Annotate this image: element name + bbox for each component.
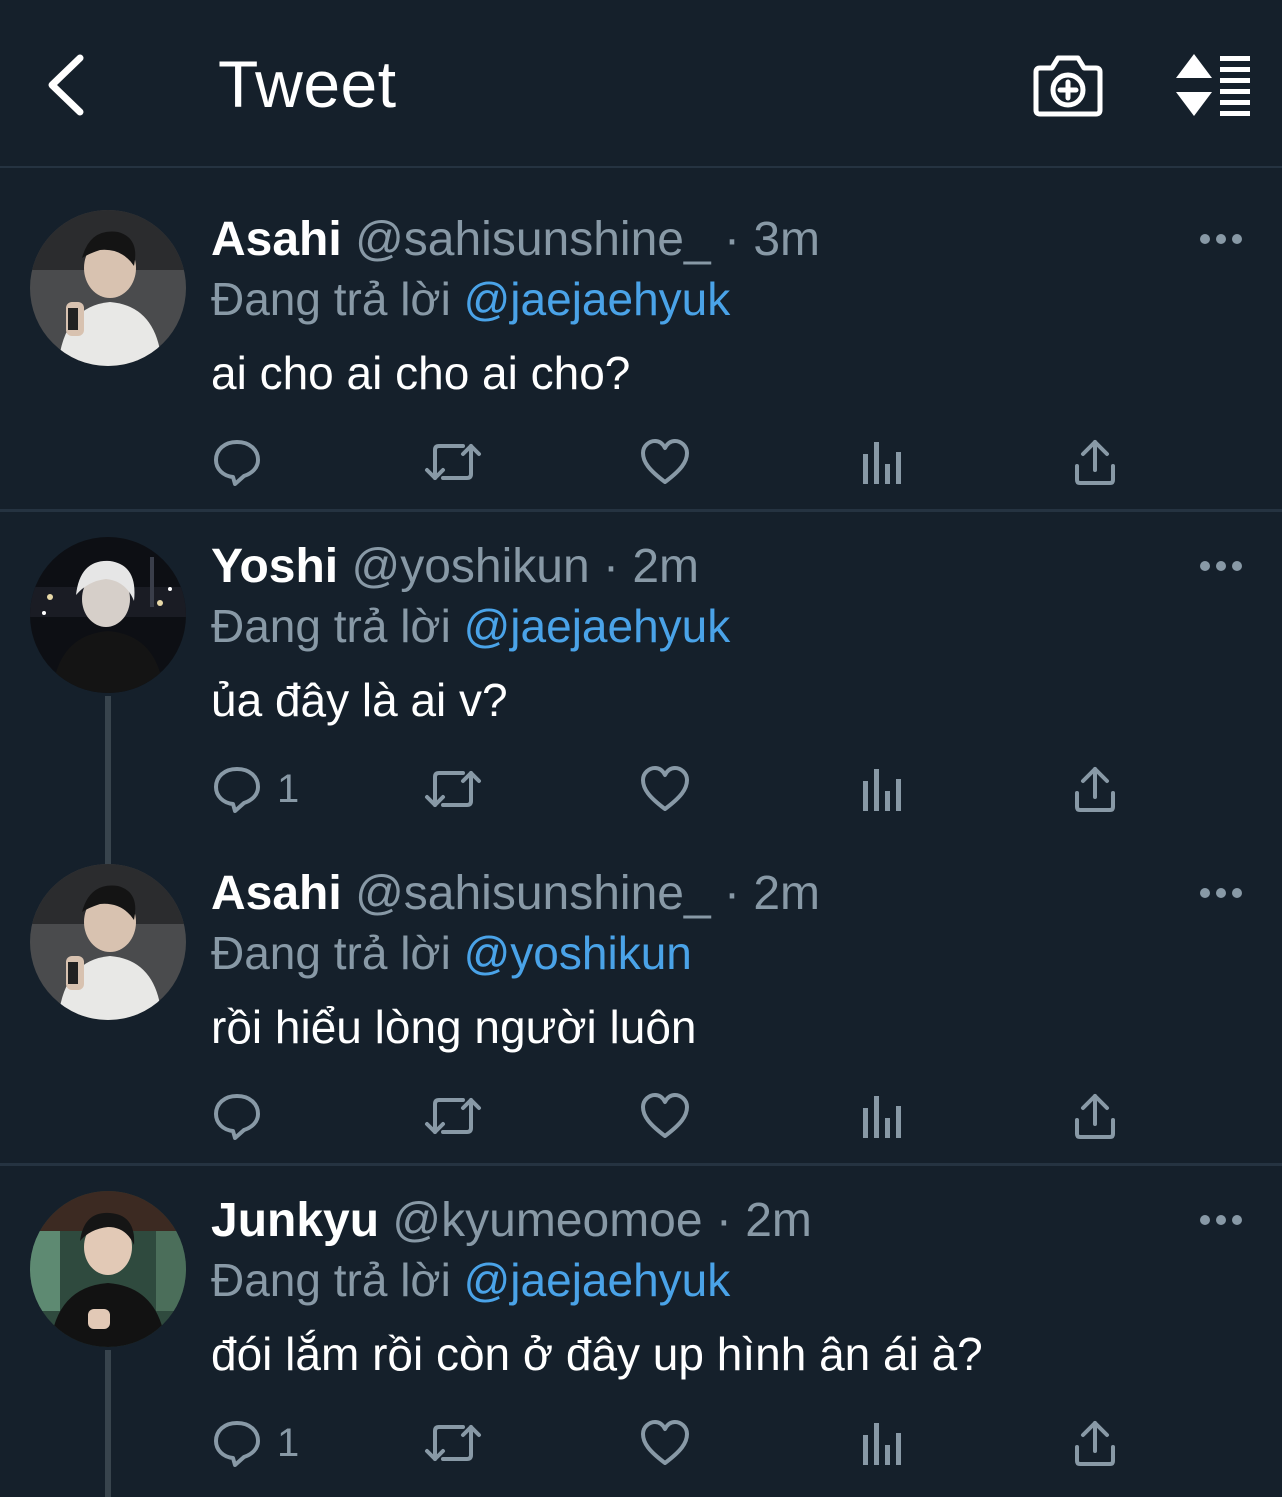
reply-icon: [214, 1094, 260, 1140]
timestamp[interactable]: 2m: [632, 540, 699, 593]
tweet-actions: [211, 1086, 1151, 1146]
tweet-text: ai cho ai cho ai cho?: [211, 347, 631, 399]
more-horizontal-icon: [1200, 1215, 1242, 1225]
share-icon: [1075, 1421, 1115, 1466]
replying-to-label: Đang trả lời: [211, 1254, 451, 1306]
analytics-icon: [863, 442, 901, 484]
share-icon: [1075, 1094, 1115, 1139]
replying-to-label: Đang trả lời: [211, 273, 451, 325]
avatar[interactable]: [30, 210, 186, 366]
timestamp[interactable]: 3m: [753, 213, 820, 266]
reply-count: 1: [277, 766, 300, 811]
retweet-button[interactable]: [423, 759, 483, 819]
reply-icon: [214, 440, 260, 486]
more-horizontal-icon: [1200, 888, 1242, 898]
tweet-actions: 1: [211, 759, 1151, 819]
avatar[interactable]: [30, 1191, 186, 1347]
more-options-button[interactable]: [1196, 551, 1246, 581]
replying-to-label: Đang trả lời: [211, 927, 451, 979]
mention-link[interactable]: @jaejaehyuk: [464, 273, 731, 325]
replying-to: Đang trả lời @jaejaehyuk: [211, 272, 730, 326]
analytics-button[interactable]: [859, 432, 903, 492]
tweet[interactable]: Yoshi @yoshikun · 2m Đang trả lời @jaeja…: [0, 512, 1282, 837]
share-icon: [1075, 767, 1115, 812]
tweet-text: rồi hiểu lòng người luôn: [211, 1001, 697, 1053]
replying-to: Đang trả lời @yoshikun: [211, 926, 692, 980]
heart-icon: [641, 1093, 689, 1138]
tweet-header: Junkyu @kyumeomoe · 2m: [211, 1193, 812, 1248]
analytics-icon: [863, 1423, 901, 1465]
like-button[interactable]: [639, 1413, 691, 1473]
replying-to: Đang trả lời @jaejaehyuk: [211, 599, 730, 653]
separator-dot: ·: [724, 867, 741, 920]
analytics-icon: [863, 1096, 901, 1138]
tweet-header: Asahi @sahisunshine_ · 2m: [211, 866, 820, 921]
retweet-icon: [425, 444, 481, 480]
retweet-icon: [425, 1098, 481, 1134]
heart-icon: [641, 1420, 689, 1465]
separator-dot: ·: [724, 213, 741, 266]
reply-button[interactable]: [211, 1086, 277, 1146]
more-options-button[interactable]: [1196, 224, 1246, 254]
retweet-icon: [425, 1425, 481, 1461]
reply-button[interactable]: [211, 432, 277, 492]
like-button[interactable]: [639, 432, 691, 492]
retweet-button[interactable]: [423, 1086, 483, 1146]
analytics-button[interactable]: [859, 1086, 903, 1146]
more-horizontal-icon: [1200, 561, 1242, 571]
more-options-button[interactable]: [1196, 878, 1246, 908]
replying-to-label: Đang trả lời: [211, 600, 451, 652]
reply-icon: [214, 767, 260, 813]
display-name[interactable]: Asahi: [211, 867, 342, 920]
separator-dot: ·: [715, 1194, 732, 1247]
like-button[interactable]: [639, 1086, 691, 1146]
retweet-button[interactable]: [423, 1413, 483, 1473]
tweet-header: Asahi @sahisunshine_ · 3m: [211, 212, 820, 267]
mention-link[interactable]: @jaejaehyuk: [464, 1254, 731, 1306]
like-button[interactable]: [639, 759, 691, 819]
share-button[interactable]: [1071, 432, 1119, 492]
tweet[interactable]: Asahi @sahisunshine_ · 3m Đang trả lời @…: [0, 0, 1282, 510]
share-button[interactable]: [1071, 1086, 1119, 1146]
replying-to: Đang trả lời @jaejaehyuk: [211, 1253, 730, 1307]
heart-icon: [641, 766, 689, 811]
tweet[interactable]: Asahi @sahisunshine_ · 2m Đang trả lời @…: [0, 838, 1282, 1164]
more-horizontal-icon: [1200, 234, 1242, 244]
share-icon: [1075, 440, 1115, 485]
tweet-text: ủa đây là ai v?: [211, 674, 508, 726]
mention-link[interactable]: @jaejaehyuk: [464, 600, 731, 652]
timestamp[interactable]: 2m: [753, 867, 820, 920]
tweet[interactable]: Junkyu @kyumeomoe · 2m Đang trả lời @jae…: [0, 1166, 1282, 1497]
more-options-button[interactable]: [1196, 1205, 1246, 1235]
heart-icon: [641, 439, 689, 484]
analytics-button[interactable]: [859, 1413, 903, 1473]
avatar[interactable]: [30, 537, 186, 693]
retweet-icon: [425, 771, 481, 807]
retweet-button[interactable]: [423, 432, 483, 492]
display-name[interactable]: Junkyu: [211, 1194, 379, 1247]
reply-button[interactable]: 1: [211, 759, 299, 819]
analytics-icon: [863, 769, 901, 811]
tweet-header: Yoshi @yoshikun · 2m: [211, 539, 699, 594]
tweet-actions: [211, 432, 1151, 492]
user-handle[interactable]: @sahisunshine_: [355, 867, 711, 920]
timestamp[interactable]: 2m: [745, 1194, 812, 1247]
reply-icon: [214, 1421, 260, 1467]
user-handle[interactable]: @yoshikun: [351, 540, 589, 593]
share-button[interactable]: [1071, 1413, 1119, 1473]
analytics-button[interactable]: [859, 759, 903, 819]
share-button[interactable]: [1071, 759, 1119, 819]
user-handle[interactable]: @kyumeomoe: [392, 1194, 702, 1247]
display-name[interactable]: Asahi: [211, 213, 342, 266]
reply-button[interactable]: 1: [211, 1413, 299, 1473]
tweet-text: đói lắm rồi còn ở đây up hình ân ái à?: [211, 1328, 983, 1380]
mention-link[interactable]: @yoshikun: [464, 927, 692, 979]
separator-dot: ·: [602, 540, 619, 593]
tweet-actions: 1: [211, 1413, 1151, 1473]
reply-count: 1: [277, 1420, 300, 1465]
avatar[interactable]: [30, 864, 186, 1020]
display-name[interactable]: Yoshi: [211, 540, 338, 593]
user-handle[interactable]: @sahisunshine_: [355, 213, 711, 266]
